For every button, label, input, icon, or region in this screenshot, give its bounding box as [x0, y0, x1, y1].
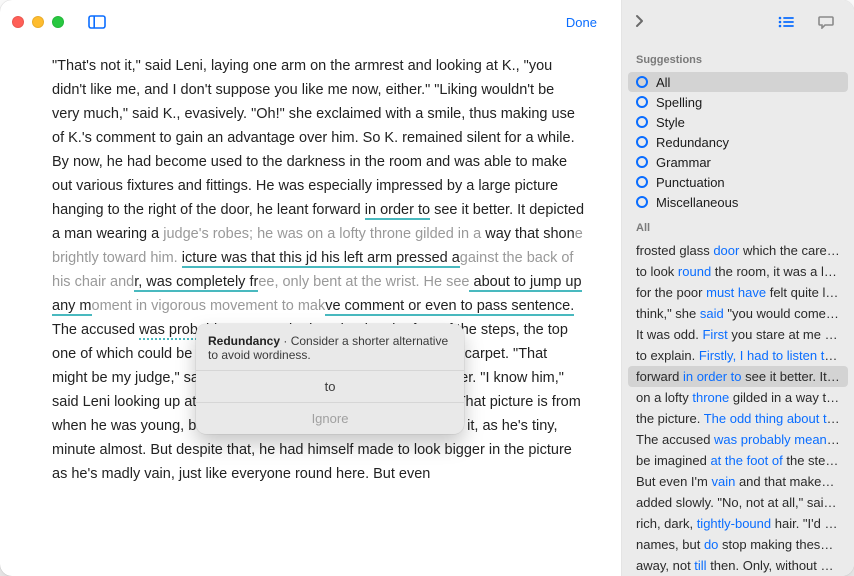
done-button[interactable]: Done [554, 9, 609, 35]
filter-grammar[interactable]: Grammar [628, 152, 848, 172]
app-window: Done "That's not it," said Leni, laying … [0, 0, 854, 576]
suggestion-item[interactable]: to explain. Firstly, I had to listen to… [628, 345, 848, 366]
filter-label: Spelling [656, 95, 702, 110]
list-icon [778, 16, 794, 28]
suggestions-section-title: Suggestions [622, 44, 854, 72]
filter-label: All [656, 75, 670, 90]
suggestion-item[interactable]: added slowly. "No, not at all," said… [628, 492, 848, 513]
radio-icon [636, 96, 648, 108]
filter-label: Grammar [656, 155, 711, 170]
suggestion-item[interactable]: rich, dark, tightly-bound hair. "I'd b… [628, 513, 848, 534]
obscured-text: ee, only bent at the wrist. He see [258, 274, 469, 290]
suggestion-item[interactable]: to look round the room, it was a lar… [628, 261, 848, 282]
list-section-title: All [622, 212, 854, 240]
suggestion-item[interactable]: It was odd. First you stare at me as… [628, 324, 848, 345]
suggestion-item[interactable]: be imagined at the foot of the steps… [628, 450, 848, 471]
popover-header: Redundancy · Consider a shorter alternat… [196, 324, 464, 370]
suggestion-list[interactable]: frosted glass door which the carer…to lo… [622, 240, 854, 576]
radio-icon [636, 76, 648, 88]
suggestion-item[interactable]: away, not till then. Only, without hel… [628, 555, 848, 576]
filter-label: Miscellaneous [656, 195, 738, 210]
suggestion-item[interactable]: for the poor must have felt quite los… [628, 282, 848, 303]
view-list-button[interactable] [770, 9, 802, 35]
comment-icon [818, 15, 834, 29]
suggestion-item[interactable]: forward in order to see it better. It d… [628, 366, 848, 387]
suggestion-item[interactable]: But even I'm vain and that makes m… [628, 471, 848, 492]
radio-icon [636, 116, 648, 128]
doc-text: The accused [52, 322, 139, 338]
filter-redundancy[interactable]: Redundancy [628, 132, 848, 152]
radio-icon [636, 136, 648, 148]
doc-text: ve comment or even to pass sentence. [325, 298, 574, 316]
suggestion-popover: Redundancy · Consider a shorter alternat… [196, 324, 464, 434]
filter-list: All Spelling Style Redundancy Grammar Punctua… [622, 72, 854, 212]
radio-icon [636, 196, 648, 208]
radio-icon [636, 156, 648, 168]
doc-text: way that shon [481, 226, 575, 242]
popover-category: Redundancy [208, 334, 280, 348]
toggle-sidebar-button[interactable] [80, 9, 114, 35]
sidebar-back-button[interactable] [634, 12, 644, 33]
suggestion-item[interactable]: names, but do stop making these m… [628, 534, 848, 555]
minimize-window-button[interactable] [32, 16, 44, 28]
suggestion-item[interactable]: frosted glass door which the carer… [628, 240, 848, 261]
chevron-right-icon [634, 14, 644, 28]
filter-miscellaneous[interactable]: Miscellaneous [628, 192, 848, 212]
sidebar-icon [88, 15, 106, 29]
filter-all[interactable]: All [628, 72, 848, 92]
main-toolbar: Done [0, 0, 621, 44]
window-controls [12, 16, 72, 28]
obscured-text: on a lofty throne gilded in a [307, 226, 481, 242]
main-pane: Done "That's not it," said Leni, laying … [0, 0, 622, 576]
suggestion-item[interactable]: The accused was probably meant t… [628, 429, 848, 450]
editor-area[interactable]: "That's not it," said Leni, laying one a… [0, 44, 621, 576]
filter-label: Style [656, 115, 685, 130]
obscured-text: judge's robes; he was [163, 226, 307, 242]
sidebar-toolbar [622, 0, 854, 44]
doc-text: "That's not it," said Leni, laying one a… [52, 58, 575, 218]
doc-text: d his left arm pressed a [309, 250, 460, 268]
popover-ignore[interactable]: Ignore [196, 402, 464, 434]
popover-apply-suggestion[interactable]: to [196, 370, 464, 402]
suggestion-item[interactable]: think," she said "you would come o… [628, 303, 848, 324]
filter-label: Redundancy [656, 135, 729, 150]
filter-style[interactable]: Style [628, 112, 848, 132]
view-comments-button[interactable] [810, 9, 842, 35]
doc-text: icture was that this j [182, 250, 309, 268]
suggestions-sidebar: Suggestions All Spelling Style Redundancy Gr… [622, 0, 854, 576]
filter-label: Punctuation [656, 175, 725, 190]
radio-icon [636, 176, 648, 188]
suggestion-highlight-in-order-to[interactable]: in order to [365, 202, 430, 220]
close-window-button[interactable] [12, 16, 24, 28]
filter-punctuation[interactable]: Punctuation [628, 172, 848, 192]
suggestion-item[interactable]: the picture. The odd thing about th… [628, 408, 848, 429]
obscured-text: oment in vigorous movement to mak [92, 298, 326, 314]
suggestion-item[interactable]: on a lofty throne gilded in a way tha… [628, 387, 848, 408]
filter-spelling[interactable]: Spelling [628, 92, 848, 112]
zoom-window-button[interactable] [52, 16, 64, 28]
doc-text: r, was completely fr [134, 274, 258, 292]
